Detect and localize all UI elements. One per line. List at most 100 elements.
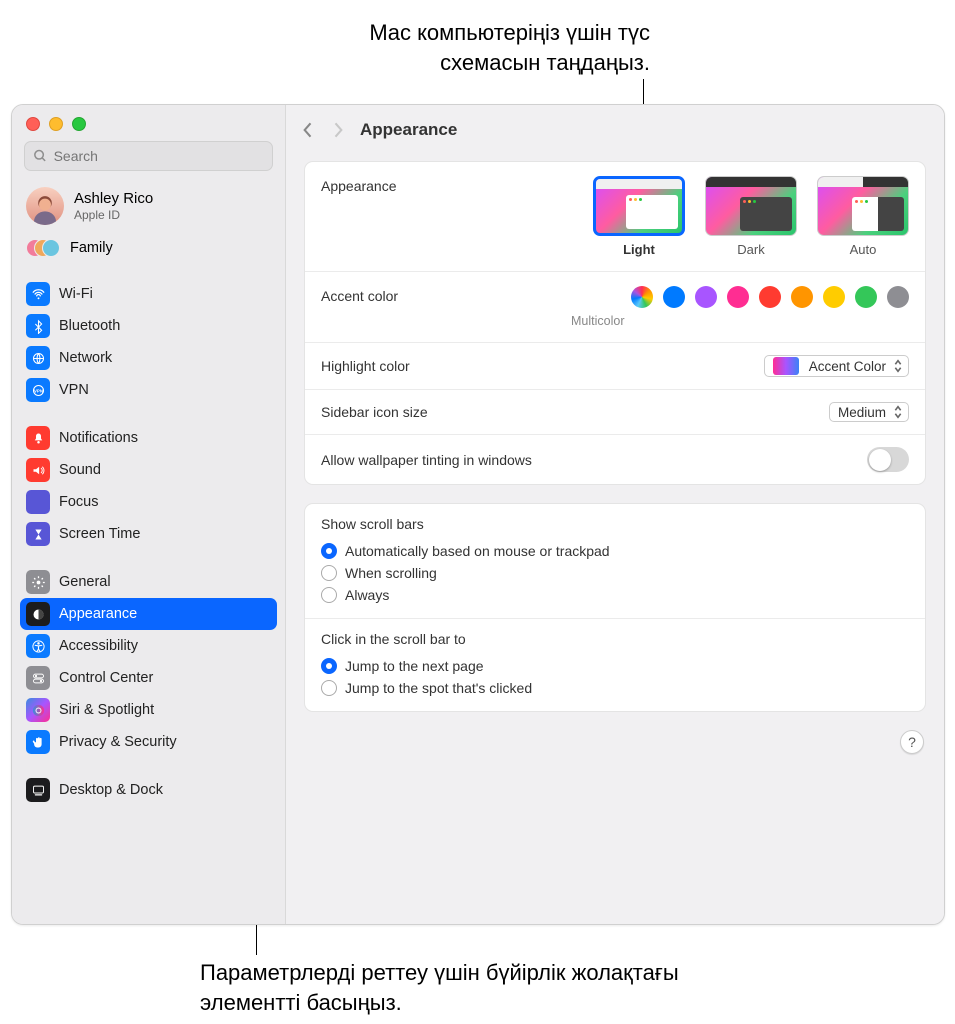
sidebar: Ashley Rico Apple ID Family Wi-Fi Bluetoo…	[12, 105, 286, 924]
accent-swatch-6[interactable]	[823, 286, 845, 308]
accent-swatch-7[interactable]	[855, 286, 877, 308]
appearance-label: Appearance	[321, 176, 571, 194]
sidebar-item-privacy-security[interactable]: Privacy & Security	[12, 726, 285, 758]
family-label: Family	[70, 240, 113, 256]
scroll-click-option-0[interactable]: Jump to the next page	[321, 655, 909, 677]
search-field[interactable]	[24, 141, 273, 171]
minimize-button[interactable]	[49, 117, 63, 131]
appearance-thumb	[593, 176, 685, 236]
sidebar-item-desktop-dock[interactable]: Desktop & Dock	[12, 774, 285, 806]
accent-label: Accent color	[321, 286, 571, 304]
sidebar-item-focus[interactable]: Focus	[12, 486, 285, 518]
sidebar-item-label: Screen Time	[59, 526, 140, 542]
vpn-icon: VPN	[26, 378, 50, 402]
radio-button[interactable]	[321, 565, 337, 581]
gear-icon	[26, 570, 50, 594]
highlight-popup[interactable]: Accent Color	[764, 355, 909, 377]
controlcenter-icon	[26, 666, 50, 690]
accent-swatch-8[interactable]	[887, 286, 909, 308]
wallpaper-tint-label: Allow wallpaper tinting in windows	[321, 452, 532, 468]
appearance-option-light[interactable]: Light	[593, 176, 685, 257]
sidebar-item-general[interactable]: General	[12, 566, 285, 598]
sidebar-group-1: Wi-Fi Bluetooth Network VPN VPN	[12, 270, 285, 414]
sidebar-item-sound[interactable]: Sound	[12, 454, 285, 486]
sound-icon	[26, 458, 50, 482]
sidebar-item-network[interactable]: Network	[12, 342, 285, 374]
accent-swatch-3[interactable]	[727, 286, 749, 308]
settings-window: Ashley Rico Apple ID Family Wi-Fi Bluetoo…	[11, 104, 945, 925]
sidebar-item-label: VPN	[59, 382, 89, 398]
sidebar-item-appearance[interactable]: Appearance	[20, 598, 277, 630]
chevron-up-down-icon	[892, 404, 904, 420]
scroll-bars-option-0[interactable]: Automatically based on mouse or trackpad	[321, 540, 909, 562]
sidebar-item-label: Accessibility	[59, 638, 138, 654]
annotation-top: Mac компьютеріңіз үшін түс схемасын таңд…	[270, 18, 650, 77]
sidebar-item-label: Control Center	[59, 670, 153, 686]
appearance-option-dark[interactable]: Dark	[705, 176, 797, 257]
hourglass-icon	[26, 522, 50, 546]
close-button[interactable]	[26, 117, 40, 131]
family-icon	[26, 236, 60, 260]
radio-label: Always	[345, 587, 389, 603]
sidebar-group-3: GeneralAppearance Accessibility Control Ce…	[12, 558, 285, 766]
zoom-button[interactable]	[72, 117, 86, 131]
appearance-panel: Appearance LightDark Auto Accent color Mu…	[304, 161, 926, 485]
search-input[interactable]	[54, 148, 264, 164]
sidebar-item-bluetooth[interactable]: Bluetooth	[12, 310, 285, 342]
annotation-bottom: Параметрлерді реттеу үшін бүйірлік жолақ…	[200, 958, 680, 1017]
sidebar-item-siri-spotlight[interactable]: Siri & Spotlight	[12, 694, 285, 726]
wallpaper-tint-toggle[interactable]	[867, 447, 909, 472]
help-button[interactable]: ?	[900, 730, 924, 754]
profile-sub: Apple ID	[74, 208, 153, 222]
accent-sublabel: Multicolor	[571, 314, 909, 328]
sidebar-icon-size-value: Medium	[838, 405, 886, 420]
sidebar-item-screen-time[interactable]: Screen Time	[12, 518, 285, 550]
sidebar-item-accessibility[interactable]: Accessibility	[12, 630, 285, 662]
sidebar-item-label: Wi-Fi	[59, 286, 93, 302]
sidebar-group-2: Notifications Sound Focus Screen Time	[12, 414, 285, 558]
profile-row[interactable]: Ashley Rico Apple ID	[12, 181, 285, 231]
appearance-option-auto[interactable]: Auto	[817, 176, 909, 257]
scroll-bars-option-1[interactable]: When scrolling	[321, 562, 909, 584]
radio-button[interactable]	[321, 587, 337, 603]
scroll-bars-option-2[interactable]: Always	[321, 584, 909, 606]
family-row[interactable]: Family	[12, 231, 285, 270]
moon-icon	[26, 490, 50, 514]
scroll-panel: Show scroll bars Automatically based on …	[304, 503, 926, 712]
forward-button[interactable]	[330, 120, 346, 140]
accent-swatch-2[interactable]	[695, 286, 717, 308]
back-button[interactable]	[300, 120, 316, 140]
sidebar-item-vpn[interactable]: VPN VPN	[12, 374, 285, 406]
radio-button[interactable]	[321, 658, 337, 674]
sidebar-item-label: Privacy & Security	[59, 734, 177, 750]
highlight-preview	[773, 357, 799, 375]
svg-text:VPN: VPN	[34, 388, 43, 393]
hand-icon	[26, 730, 50, 754]
appearance-option-label: Auto	[850, 242, 877, 257]
radio-button[interactable]	[321, 680, 337, 696]
radio-button[interactable]	[321, 543, 337, 559]
sidebar-item-wi-fi[interactable]: Wi-Fi	[12, 278, 285, 310]
sidebar-item-control-center[interactable]: Control Center	[12, 662, 285, 694]
sidebar-item-label: Network	[59, 350, 112, 366]
sidebar-group-4: Desktop & Dock	[12, 766, 285, 814]
accessibility-icon	[26, 634, 50, 658]
search-icon	[33, 148, 48, 164]
highlight-value: Accent Color	[809, 359, 886, 374]
appearance-thumb	[817, 176, 909, 236]
scroll-click-option-1[interactable]: Jump to the spot that's clicked	[321, 677, 909, 699]
highlight-label: Highlight color	[321, 358, 410, 374]
sidebar-item-label: Desktop & Dock	[59, 782, 163, 798]
sidebar-item-label: Sound	[59, 462, 101, 478]
radio-label: When scrolling	[345, 565, 437, 581]
accent-swatch-0[interactable]	[631, 286, 653, 308]
sidebar-icon-size-popup[interactable]: Medium	[829, 402, 909, 422]
radio-label: Jump to the next page	[345, 658, 484, 674]
accent-swatch-5[interactable]	[791, 286, 813, 308]
radio-label: Jump to the spot that's clicked	[345, 680, 532, 696]
sidebar-item-notifications[interactable]: Notifications	[12, 422, 285, 454]
sidebar-item-label: Notifications	[59, 430, 138, 446]
accent-swatch-1[interactable]	[663, 286, 685, 308]
accent-swatch-4[interactable]	[759, 286, 781, 308]
radio-label: Automatically based on mouse or trackpad	[345, 543, 610, 559]
